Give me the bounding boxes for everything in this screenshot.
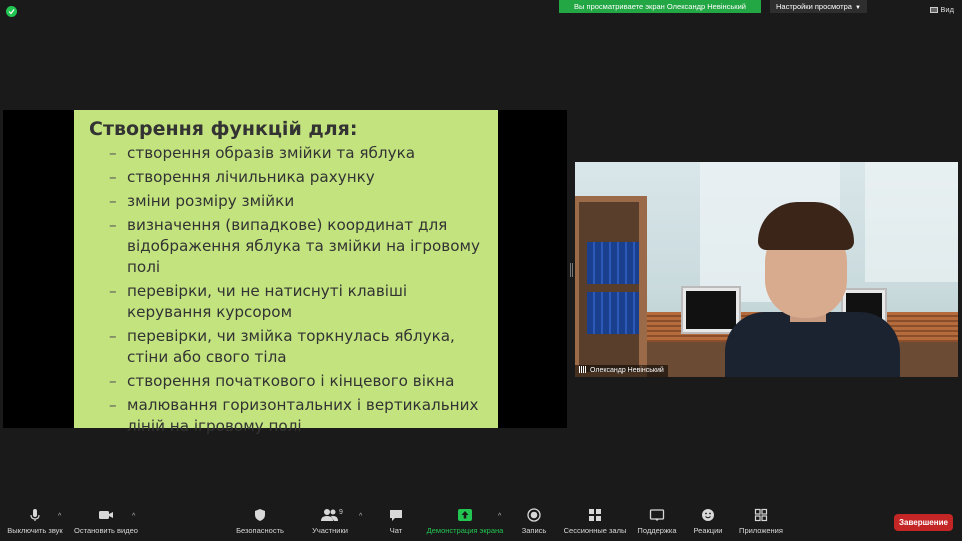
view-button[interactable]: Вид xyxy=(930,5,954,14)
encryption-shield-icon[interactable] xyxy=(6,6,17,17)
share-options-caret-icon[interactable]: ^ xyxy=(498,513,501,520)
security-button[interactable]: Безопасность xyxy=(232,508,288,535)
slide-bullet: створення лічильника рахунку xyxy=(109,167,486,188)
end-meeting-button[interactable]: Завершение xyxy=(894,514,953,531)
apps-label: Приложения xyxy=(739,526,783,535)
stop-video-button[interactable]: Остановить видео xyxy=(72,508,140,535)
breakout-rooms-button[interactable]: Сессионные залы xyxy=(562,508,628,535)
microphone-icon xyxy=(30,509,40,521)
support-icon xyxy=(649,509,665,521)
video-bookshelf xyxy=(575,196,647,377)
video-binders xyxy=(587,242,639,284)
share-screen-button[interactable]: Демонстрация экрана xyxy=(422,508,508,535)
security-label: Безопасность xyxy=(236,526,284,535)
apps-button[interactable]: Приложения xyxy=(736,508,786,535)
signal-strength-icon xyxy=(579,366,587,373)
participant-person xyxy=(725,202,900,377)
shield-icon xyxy=(255,509,265,521)
meeting-toolbar: Выключить звук ^ Остановить видео ^ Безо… xyxy=(0,500,962,541)
participants-button[interactable]: Участники xyxy=(308,508,352,535)
share-screen-label: Демонстрация экрана xyxy=(426,526,504,535)
slide-bullet: створення початкового і кінцевого вікна xyxy=(109,371,486,392)
view-options-dropdown[interactable]: Настройки просмотра ▼ xyxy=(770,0,867,13)
participant-name: Олександр Невінський xyxy=(590,367,664,374)
chat-bubble-icon xyxy=(390,510,402,521)
breakout-rooms-label: Сессионные залы xyxy=(563,526,627,535)
record-icon xyxy=(527,508,541,522)
chat-button[interactable]: Чат xyxy=(384,508,408,535)
chevron-down-icon: ▼ xyxy=(854,5,861,11)
presentation-slide: Створення функцій для: створення образів… xyxy=(74,110,498,435)
slide-bullet: перевірки, чи змійка торкнулась яблука, … xyxy=(109,326,486,368)
support-label: Поддержка xyxy=(637,526,677,535)
slide-title: Створення функцій для: xyxy=(89,118,358,140)
breakout-rooms-icon xyxy=(589,509,601,521)
slide-bullet: перевірки, чи не натиснуті клавіші керув… xyxy=(109,281,486,323)
smiley-icon xyxy=(702,509,714,521)
apps-icon xyxy=(754,508,768,522)
record-label: Запись xyxy=(521,526,547,535)
split-view-resize-handle[interactable] xyxy=(570,263,573,277)
video-binders xyxy=(587,292,639,334)
support-button[interactable]: Поддержка xyxy=(634,508,680,535)
view-button-label: Вид xyxy=(940,5,954,14)
share-screen-icon xyxy=(458,509,472,521)
record-button[interactable]: Запись xyxy=(518,508,550,535)
slide-bullet: зміни розміру змійки xyxy=(109,191,486,212)
participants-label: Участники xyxy=(312,526,348,535)
grid-view-icon xyxy=(930,7,939,13)
audio-options-caret-icon[interactable]: ^ xyxy=(58,513,61,520)
chat-label: Чат xyxy=(389,526,403,535)
video-options-caret-icon[interactable]: ^ xyxy=(132,513,135,520)
reactions-label: Реакции xyxy=(693,526,723,535)
slide-bullet: визначення (випадкове) координат для від… xyxy=(109,215,486,278)
mute-button[interactable]: Выключить звук xyxy=(4,508,66,535)
video-camera-icon xyxy=(99,511,113,519)
view-options-label: Настройки просмотра xyxy=(776,2,852,11)
reactions-button[interactable]: Реакции xyxy=(690,508,726,535)
mute-label: Выключить звук xyxy=(7,526,63,535)
slide-bullet-list: створення образів змійки та яблука створ… xyxy=(109,143,486,437)
participants-count: 9 xyxy=(339,509,343,516)
participant-video-tile[interactable]: Олександр Невінський xyxy=(575,162,958,377)
stop-video-label: Остановить видео xyxy=(74,526,138,535)
screen-share-banner: Вы просматриваете экран Олександр Невінс… xyxy=(559,0,761,13)
participant-name-label: Олександр Невінський xyxy=(575,365,668,377)
participants-icon xyxy=(321,509,338,521)
slide-bullet: малювання горизонтальних і вертикальних … xyxy=(109,395,486,437)
shared-screen: Створення функцій для: створення образів… xyxy=(3,110,567,435)
slide-bullet: створення образів змійки та яблука xyxy=(109,143,486,164)
participants-caret-icon[interactable]: ^ xyxy=(359,513,362,520)
